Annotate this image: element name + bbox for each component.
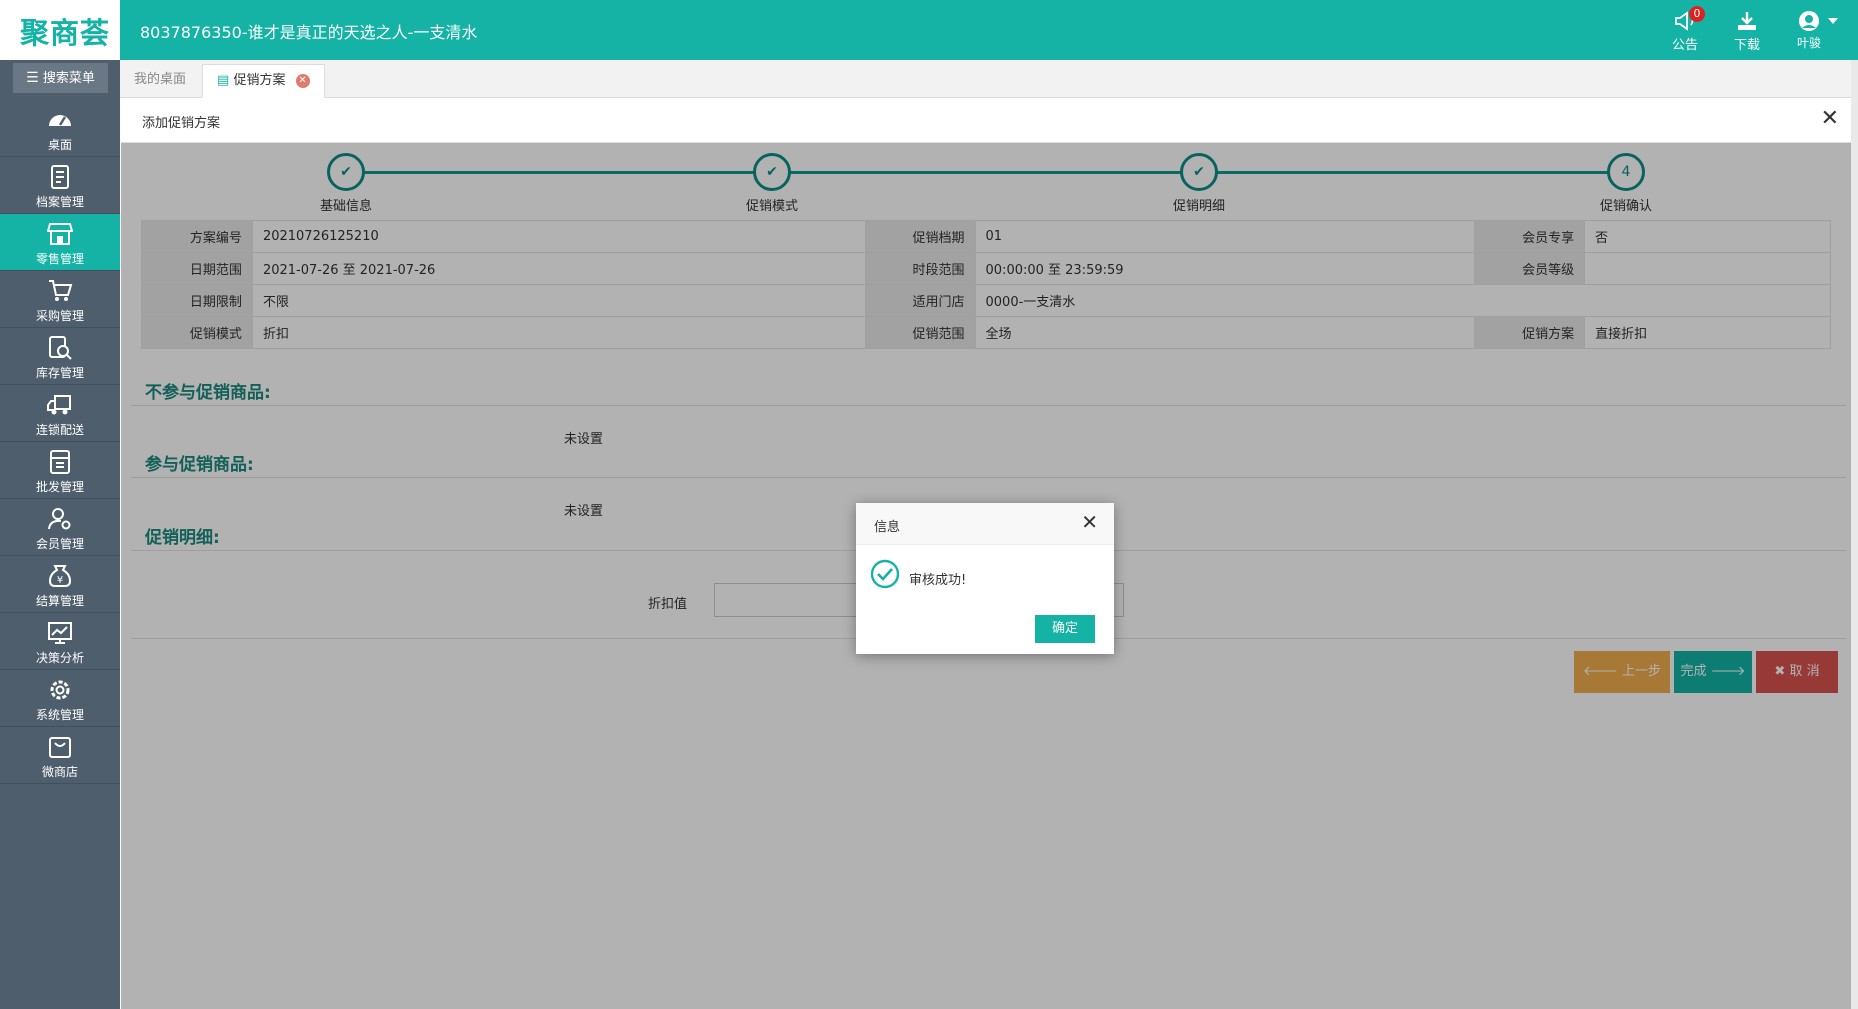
sidebar-item-purchase[interactable]: 采购管理 xyxy=(0,271,120,328)
panel-title: 添加促销方案 xyxy=(142,116,221,131)
sidebar-item-label: 微商店 xyxy=(41,765,78,779)
document-icon: ▤ xyxy=(217,73,230,88)
yen-bag-icon: ¥ xyxy=(48,565,72,587)
sidebar-item-label: 桌面 xyxy=(47,138,72,152)
member-icon xyxy=(48,508,71,530)
tab-promotion-scheme[interactable]: ▤ 促销方案 ✕ xyxy=(202,64,325,98)
menu-search-icon: ☰ xyxy=(26,70,39,86)
tab-bar: 我的桌面 ▤ 促销方案 ✕ xyxy=(120,60,1858,98)
shopping-bag-icon xyxy=(49,737,71,758)
archive-icon xyxy=(51,165,69,189)
download-label: 下载 xyxy=(1733,38,1760,53)
inventory-search-icon xyxy=(49,336,72,360)
sidebar-item-desktop[interactable]: 桌面 xyxy=(0,100,120,157)
confirm-button[interactable]: 确定 xyxy=(1035,615,1095,643)
gear-icon xyxy=(50,680,70,700)
sidebar-item-label: 采购管理 xyxy=(35,309,84,323)
wholesale-icon xyxy=(50,450,70,474)
sidebar-item-system[interactable]: 系统管理 xyxy=(0,670,120,727)
sidebar-item-microstore[interactable]: 微商店 xyxy=(0,727,120,784)
dialog-message: 审核成功! xyxy=(909,573,967,588)
sidebar-item-label: 决策分析 xyxy=(35,651,84,665)
sidebar-item-retail[interactable]: 零售管理 xyxy=(0,214,120,271)
success-check-icon xyxy=(870,559,900,589)
user-avatar-icon xyxy=(1799,11,1819,31)
sidebar-item-label: 结算管理 xyxy=(35,594,84,608)
sidebar-nav: 桌面 档案管理 零售管理 采购管理 库存管理 连锁配送 批发管理 会员管理 ¥ … xyxy=(0,100,120,784)
sidebar-item-label: 连锁配送 xyxy=(35,423,84,437)
logo-text: 聚商荟 xyxy=(20,16,111,50)
cart-icon xyxy=(49,280,73,301)
sidebar-item-label: 库存管理 xyxy=(35,366,84,380)
store-title: 8037876350-谁才是真正的天选之人-一支清水 xyxy=(140,23,478,42)
sidebar-item-inventory[interactable]: 库存管理 xyxy=(0,328,120,385)
dialog-header: 信息 ✕ xyxy=(856,503,1114,545)
page-scrollbar[interactable] xyxy=(1851,60,1858,1009)
sidebar-item-label: 会员管理 xyxy=(35,537,84,551)
sidebar-item-delivery[interactable]: 连锁配送 xyxy=(0,385,120,442)
logo[interactable]: 聚商荟 xyxy=(0,0,120,60)
tab-label: 促销方案 xyxy=(233,73,286,88)
store-icon xyxy=(47,223,73,245)
search-menu-button[interactable]: ☰ 搜索菜单 xyxy=(13,63,108,93)
sidebar: ☰ 搜索菜单 桌面 档案管理 零售管理 采购管理 库存管理 连锁配送 批发管理 … xyxy=(0,60,120,1009)
sidebar-item-label: 系统管理 xyxy=(35,708,84,722)
dashboard-icon xyxy=(49,115,71,126)
sidebar-item-label: 零售管理 xyxy=(35,252,84,266)
sidebar-item-analysis[interactable]: 决策分析 xyxy=(0,613,120,670)
panel-close-icon[interactable]: ✕ xyxy=(1821,108,1839,130)
info-dialog: 信息 ✕ 审核成功! 确定 xyxy=(856,503,1114,654)
panel-header: 添加促销方案 ✕ xyxy=(121,98,1851,143)
sidebar-item-settlement[interactable]: ¥ 结算管理 xyxy=(0,556,120,613)
notice-count-badge: 0 xyxy=(1689,6,1705,22)
tab-label: 我的桌面 xyxy=(134,72,187,87)
tab-my-desktop[interactable]: 我的桌面 xyxy=(120,64,200,98)
notice-button[interactable]: 0 公告 xyxy=(1660,6,1710,56)
svg-text:¥: ¥ xyxy=(57,575,63,586)
chart-board-icon xyxy=(48,622,72,644)
top-bar: 聚商荟 8037876350-谁才是真正的天选之人-一支清水 0 公告 下载 叶… xyxy=(0,0,1858,60)
tab-close-icon[interactable]: ✕ xyxy=(295,73,310,88)
download-icon xyxy=(1738,12,1756,30)
sidebar-item-label: 批发管理 xyxy=(35,480,84,494)
dialog-close-icon[interactable]: ✕ xyxy=(1081,512,1098,532)
chevron-down-icon xyxy=(1828,18,1838,24)
sidebar-item-member[interactable]: 会员管理 xyxy=(0,499,120,556)
sidebar-item-label: 档案管理 xyxy=(35,195,84,209)
user-menu[interactable]: 叶骏 xyxy=(1784,8,1838,56)
truck-icon xyxy=(47,395,71,415)
download-button[interactable]: 下载 xyxy=(1722,8,1772,56)
sidebar-item-wholesale[interactable]: 批发管理 xyxy=(0,442,120,499)
dialog-title: 信息 xyxy=(874,520,901,535)
search-menu-label: 搜索菜单 xyxy=(42,71,95,86)
notice-label: 公告 xyxy=(1671,38,1698,53)
sidebar-item-archive[interactable]: 档案管理 xyxy=(0,157,120,214)
user-name: 叶骏 xyxy=(1796,36,1821,50)
